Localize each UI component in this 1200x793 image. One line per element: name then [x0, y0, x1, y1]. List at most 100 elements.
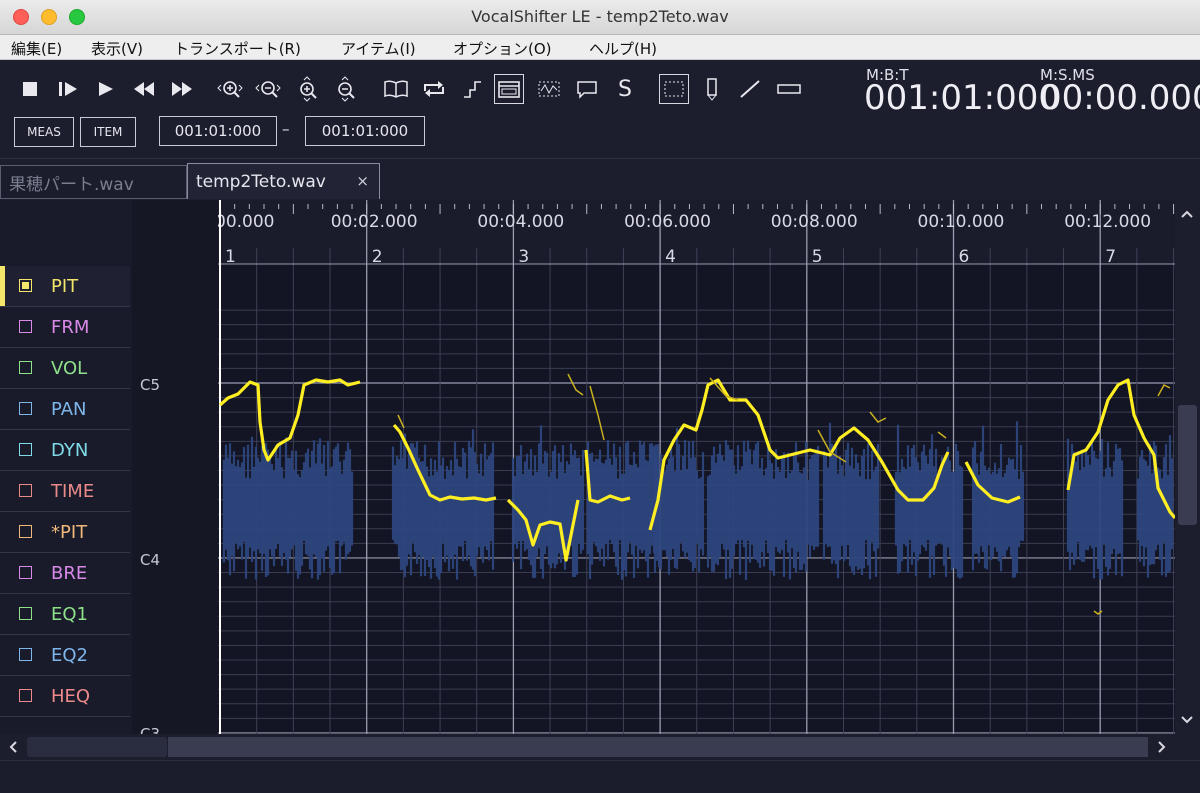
menu-edit[interactable]: 編集(E): [11, 38, 62, 59]
param-track-time[interactable]: TIME: [0, 471, 130, 512]
close-tab-icon[interactable]: ×: [356, 172, 369, 190]
menu-options[interactable]: オプション(O): [453, 38, 552, 59]
piano-roll-keys: [132, 200, 218, 734]
zoom-out-vertical-button[interactable]: [331, 74, 361, 104]
track-label: BRE: [51, 563, 88, 584]
tab-kaho-part[interactable]: 果穂パート.wav: [0, 165, 187, 199]
scroll-down-icon[interactable]: [1177, 710, 1197, 730]
wave-select-button[interactable]: [534, 74, 564, 104]
play-pause-button[interactable]: [53, 74, 83, 104]
measure-number: 2: [372, 247, 383, 267]
vertical-scrollbar[interactable]: [1175, 200, 1200, 734]
menu-item[interactable]: アイテム(I): [341, 38, 416, 59]
time-label: 00:02.000: [331, 212, 418, 232]
comment-button[interactable]: [572, 74, 602, 104]
menu-view[interactable]: 表示(V): [91, 38, 143, 59]
play-button[interactable]: [91, 74, 121, 104]
track-label: EQ2: [51, 645, 88, 666]
param-track-dyn[interactable]: DYN: [0, 430, 130, 471]
track-checkbox[interactable]: [19, 361, 32, 374]
audio-waveform: [822, 422, 880, 580]
pencil-icon: [706, 78, 718, 101]
play-pause-icon: [59, 82, 77, 96]
scroll-up-icon[interactable]: [1177, 204, 1197, 224]
audio-waveform: [511, 425, 585, 579]
rewind-button[interactable]: [129, 74, 159, 104]
pitch-editor-svg[interactable]: 00.000 00:02.000 00:04.000 00:06.000 00:08.0…: [218, 200, 1175, 734]
zoom-in-v-icon: [300, 76, 317, 102]
horizontal-scroll-thumb[interactable]: [27, 737, 167, 757]
horizontal-scrollbar[interactable]: [0, 734, 1175, 760]
param-track-eq1[interactable]: EQ1: [0, 594, 130, 635]
window-view-button[interactable]: [494, 74, 524, 104]
track-checkbox[interactable]: [19, 279, 32, 292]
title-bar: VocalShifter LE - temp2Teto.wav: [0, 0, 1200, 35]
time-label: 00.000: [218, 212, 274, 232]
param-track-starpit[interactable]: *PIT: [0, 512, 130, 553]
note-label-c4: C4: [140, 551, 161, 569]
track-checkbox[interactable]: [19, 648, 32, 661]
param-track-bre[interactable]: BRE: [0, 553, 130, 594]
param-track-eq2[interactable]: EQ2: [0, 635, 130, 676]
tab-temp2teto[interactable]: temp2Teto.wav ×: [187, 163, 380, 199]
eraser-icon: [777, 84, 801, 94]
param-track-pan[interactable]: PAN: [0, 389, 130, 430]
range-start-field[interactable]: 001:01:000: [159, 116, 277, 146]
track-checkbox[interactable]: [19, 566, 32, 579]
comment-icon: [577, 81, 597, 99]
track-label: *PIT: [51, 522, 88, 543]
param-track-pit[interactable]: PIT: [0, 266, 130, 307]
measure-number: 7: [1105, 247, 1116, 267]
solo-button[interactable]: S: [610, 74, 640, 104]
select-tool-button[interactable]: [659, 74, 689, 104]
zoom-out-horizontal-button[interactable]: [253, 74, 283, 104]
time-label: 00:12.000: [1064, 212, 1151, 232]
range-end-field[interactable]: 001:01:000: [305, 116, 425, 146]
measure-number: 6: [959, 247, 970, 267]
track-label: PIT: [51, 276, 79, 297]
zoom-in-horizontal-button[interactable]: [215, 74, 245, 104]
param-track-vol[interactable]: VOL: [0, 348, 130, 389]
track-label: DYN: [51, 440, 89, 461]
scroll-right-icon[interactable]: [1152, 737, 1172, 757]
line-icon: [740, 80, 760, 98]
zoom-in-vertical-button[interactable]: [293, 74, 323, 104]
fast-forward-button[interactable]: [167, 74, 197, 104]
track-checkbox[interactable]: [19, 443, 32, 456]
zoom-in-h-icon: [217, 81, 243, 98]
vertical-scroll-thumb[interactable]: [1178, 405, 1197, 525]
track-checkbox[interactable]: [19, 484, 32, 497]
eraser-tool-button[interactable]: [774, 74, 804, 104]
window-icon: [498, 81, 520, 98]
book-icon: [384, 80, 408, 98]
pitch-editor-canvas[interactable]: 00.000 00:02.000 00:04.000 00:06.000 00:08.0…: [218, 200, 1175, 734]
horizontal-scroll-track[interactable]: [168, 737, 1148, 757]
book-button[interactable]: [381, 74, 411, 104]
track-checkbox[interactable]: [19, 402, 32, 415]
track-label: PAN: [51, 399, 87, 420]
menu-transport[interactable]: トランスポート(R): [174, 38, 301, 59]
loop-button[interactable]: [419, 74, 449, 104]
meas-button[interactable]: MEAS: [14, 117, 74, 147]
stop-icon: [23, 82, 37, 96]
tab-label: temp2Teto.wav: [196, 171, 326, 192]
param-track-heq[interactable]: HEQ: [0, 676, 130, 717]
time-label: 00:04.000: [477, 212, 564, 232]
menu-help[interactable]: ヘルプ(H): [589, 38, 657, 59]
fast-forward-icon: [172, 82, 192, 96]
item-button[interactable]: ITEM: [80, 117, 136, 147]
pencil-tool-button[interactable]: [697, 74, 727, 104]
param-track-frm[interactable]: FRM: [0, 307, 130, 348]
selected-indicator: [0, 266, 5, 306]
scroll-left-icon[interactable]: [3, 737, 23, 757]
note-label-c5: C5: [140, 376, 161, 394]
stop-button[interactable]: [15, 74, 45, 104]
track-checkbox[interactable]: [19, 689, 32, 702]
step-button[interactable]: [457, 74, 487, 104]
track-checkbox[interactable]: [19, 320, 32, 333]
track-checkbox[interactable]: [19, 607, 32, 620]
line-tool-button[interactable]: [735, 74, 765, 104]
track-checkbox[interactable]: [19, 525, 32, 538]
measure-number: 4: [665, 247, 676, 267]
note-label-c3: C3: [140, 725, 161, 734]
